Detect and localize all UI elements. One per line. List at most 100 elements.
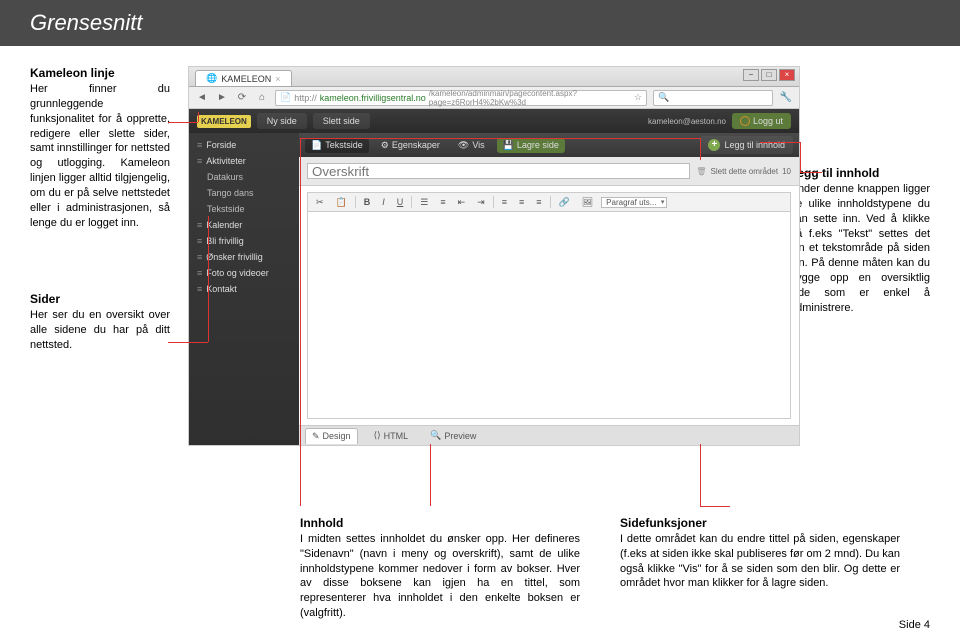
callout-line	[760, 142, 800, 143]
wrench-icon[interactable]: 🔧	[779, 91, 793, 105]
browser-tabbar: 🌐 KAMELEON × − □ ×	[189, 67, 799, 87]
link-icon[interactable]: 🔗	[555, 195, 574, 210]
page-title-row: 🗑 Slett dette området 10	[299, 157, 799, 186]
view-tab-label: Design	[323, 431, 351, 441]
home-icon[interactable]: ⌂	[255, 91, 269, 105]
callout-text: Her finner du grunnleggende funksjonalit…	[30, 82, 170, 230]
sidebar-item[interactable]: ≡ Kontakt	[189, 281, 299, 297]
tab-vis[interactable]: 👁Vis	[452, 138, 491, 153]
browser-tab[interactable]: 🌐 KAMELEON ×	[195, 70, 292, 86]
callout-title: Kameleon linje	[30, 66, 170, 80]
sidebar-item[interactable]: ≡Aktiviteter	[189, 153, 299, 169]
callout-kameleon-line: Kameleon linje Her finner du grunnleggen…	[30, 66, 170, 230]
star-icon[interactable]: ☆	[634, 92, 642, 103]
callout-title: Sidefunksjoner	[620, 516, 900, 530]
new-page-button[interactable]: Ny side	[257, 113, 307, 129]
sidebar-subitem[interactable]: Tekstside	[189, 201, 299, 217]
align-right-icon[interactable]: ≡	[532, 195, 545, 209]
area-count: 10	[782, 167, 791, 176]
sidebar-label: Forside	[206, 140, 236, 150]
sidebar-subitem[interactable]: Tango dans	[189, 185, 299, 201]
italic-button[interactable]: I	[378, 195, 389, 209]
callout-text: I midten settes innholdet du ønsker opp.…	[300, 532, 580, 621]
paste-icon[interactable]: 📋	[332, 195, 351, 210]
callout-line	[198, 112, 199, 122]
callout-line	[700, 444, 701, 506]
view-tab-preview[interactable]: 🔍Preview	[424, 428, 482, 443]
editor-wrap: ✂ 📋 B I U ☰ ≡ ⇤ ⇥ ≡ ≡ ≡	[299, 186, 799, 425]
forward-icon[interactable]: ►	[215, 91, 229, 105]
tree-icon: ≡	[197, 140, 202, 150]
page-header: Grensesnitt	[0, 0, 960, 46]
close-tab-icon[interactable]: ×	[275, 74, 280, 84]
view-tab-design[interactable]: ✎Design	[305, 428, 358, 444]
tab-label: Vis	[472, 140, 484, 150]
search-field[interactable]: 🔍	[653, 90, 773, 106]
callout-text: Under denne knappen ligger de ulike innh…	[790, 182, 930, 316]
callout-line	[800, 172, 822, 173]
magnify-icon: 🔍	[430, 430, 441, 441]
gear-icon: ⚙	[381, 140, 389, 151]
tree-icon: ≡	[197, 284, 202, 294]
tab-label: Tekstside	[325, 140, 363, 150]
outdent-icon[interactable]: ⇤	[454, 195, 470, 210]
page-icon: 📄	[311, 140, 322, 151]
disk-icon: 💾	[503, 140, 514, 151]
view-mode-tabs: ✎Design ⟨⟩HTML 🔍Preview	[299, 425, 799, 445]
indent-icon[interactable]: ⇥	[473, 195, 489, 210]
paragraph-select[interactable]: Paragraf uts...	[601, 197, 667, 208]
logout-button[interactable]: Logg ut	[732, 113, 791, 129]
tab-tekstside[interactable]: 📄Tekstside	[305, 138, 369, 153]
underline-button[interactable]: U	[393, 195, 408, 209]
page-title-input[interactable]	[307, 163, 690, 179]
sidebar-label: Datakurs	[207, 172, 243, 182]
callout-legg-til-innhold: Legg til innhold Under denne knappen lig…	[790, 166, 930, 316]
bold-button[interactable]: B	[360, 195, 375, 209]
list-ol-icon[interactable]: ≡	[436, 195, 449, 209]
callout-line	[430, 444, 431, 506]
reload-icon[interactable]: ⟳	[235, 91, 249, 105]
maximize-button[interactable]: □	[761, 69, 777, 81]
sidebar-item[interactable]: ≡Ønsker frivillig	[189, 249, 299, 265]
sidebar-label: Tekstside	[207, 204, 245, 214]
delete-page-button[interactable]: Slett side	[313, 113, 370, 129]
image-icon[interactable]: 🖼	[578, 195, 597, 210]
tab-egenskaper[interactable]: ⚙Egenskaper	[375, 138, 446, 153]
callout-sidefunksjoner: Sidefunksjoner I dette området kan du en…	[620, 516, 900, 621]
trash-icon[interactable]: 🗑	[696, 167, 706, 176]
align-center-icon[interactable]: ≡	[515, 195, 528, 209]
page-icon: 📄	[280, 92, 291, 103]
power-icon	[740, 116, 750, 126]
minimize-button[interactable]: −	[743, 69, 759, 81]
back-icon[interactable]: ◄	[195, 91, 209, 105]
sidebar-label: Aktiviteter	[206, 156, 246, 166]
callout-line	[300, 138, 301, 506]
callout-title: Innhold	[300, 516, 580, 530]
add-content-button[interactable]: + Legg til innhold	[700, 136, 793, 154]
close-button[interactable]: ×	[779, 69, 795, 81]
editor-canvas[interactable]	[307, 212, 791, 419]
url-field[interactable]: 📄 http:// kameleon.frivilligsentral.no /…	[275, 90, 647, 106]
window-controls: − □ ×	[743, 69, 795, 81]
area-meta: 🗑 Slett dette området 10	[696, 167, 791, 176]
browser-address-bar: ◄ ► ⟳ ⌂ 📄 http:// kameleon.frivilligsent…	[189, 87, 799, 109]
sidebar-subitem[interactable]: Datakurs	[189, 169, 299, 185]
list-ul-icon[interactable]: ☰	[416, 195, 432, 210]
sidebar-item[interactable]: ≡Foto og videoer	[189, 265, 299, 281]
sidebar-item[interactable]: ≡Bli frivillig	[189, 233, 299, 249]
editor-toolbar: ✂ 📋 B I U ☰ ≡ ⇤ ⇥ ≡ ≡ ≡	[307, 192, 791, 212]
kameleon-toolbar: KAMELEON Ny side Slett side kameleon@aes…	[189, 109, 799, 133]
sidebar-label: Bli frivillig	[206, 236, 244, 246]
tree-icon: ≡	[197, 220, 202, 230]
sidebar-label: Kontakt	[206, 284, 237, 294]
callout-title: Sider	[30, 292, 170, 306]
sidebar-label: Foto og videoer	[206, 268, 269, 278]
page-sidebar: ≡Forside ≡Aktiviteter Datakurs Tango dan…	[189, 133, 299, 445]
cut-icon[interactable]: ✂	[312, 195, 328, 210]
save-button[interactable]: 💾Lagre side	[497, 138, 565, 153]
align-left-icon[interactable]: ≡	[498, 195, 511, 209]
delete-area-label[interactable]: Slett dette området	[711, 167, 779, 176]
sidebar-item[interactable]: ≡ Forside	[189, 137, 299, 153]
sidebar-item[interactable]: ≡Kalender	[189, 217, 299, 233]
view-tab-html[interactable]: ⟨⟩HTML	[368, 428, 415, 443]
